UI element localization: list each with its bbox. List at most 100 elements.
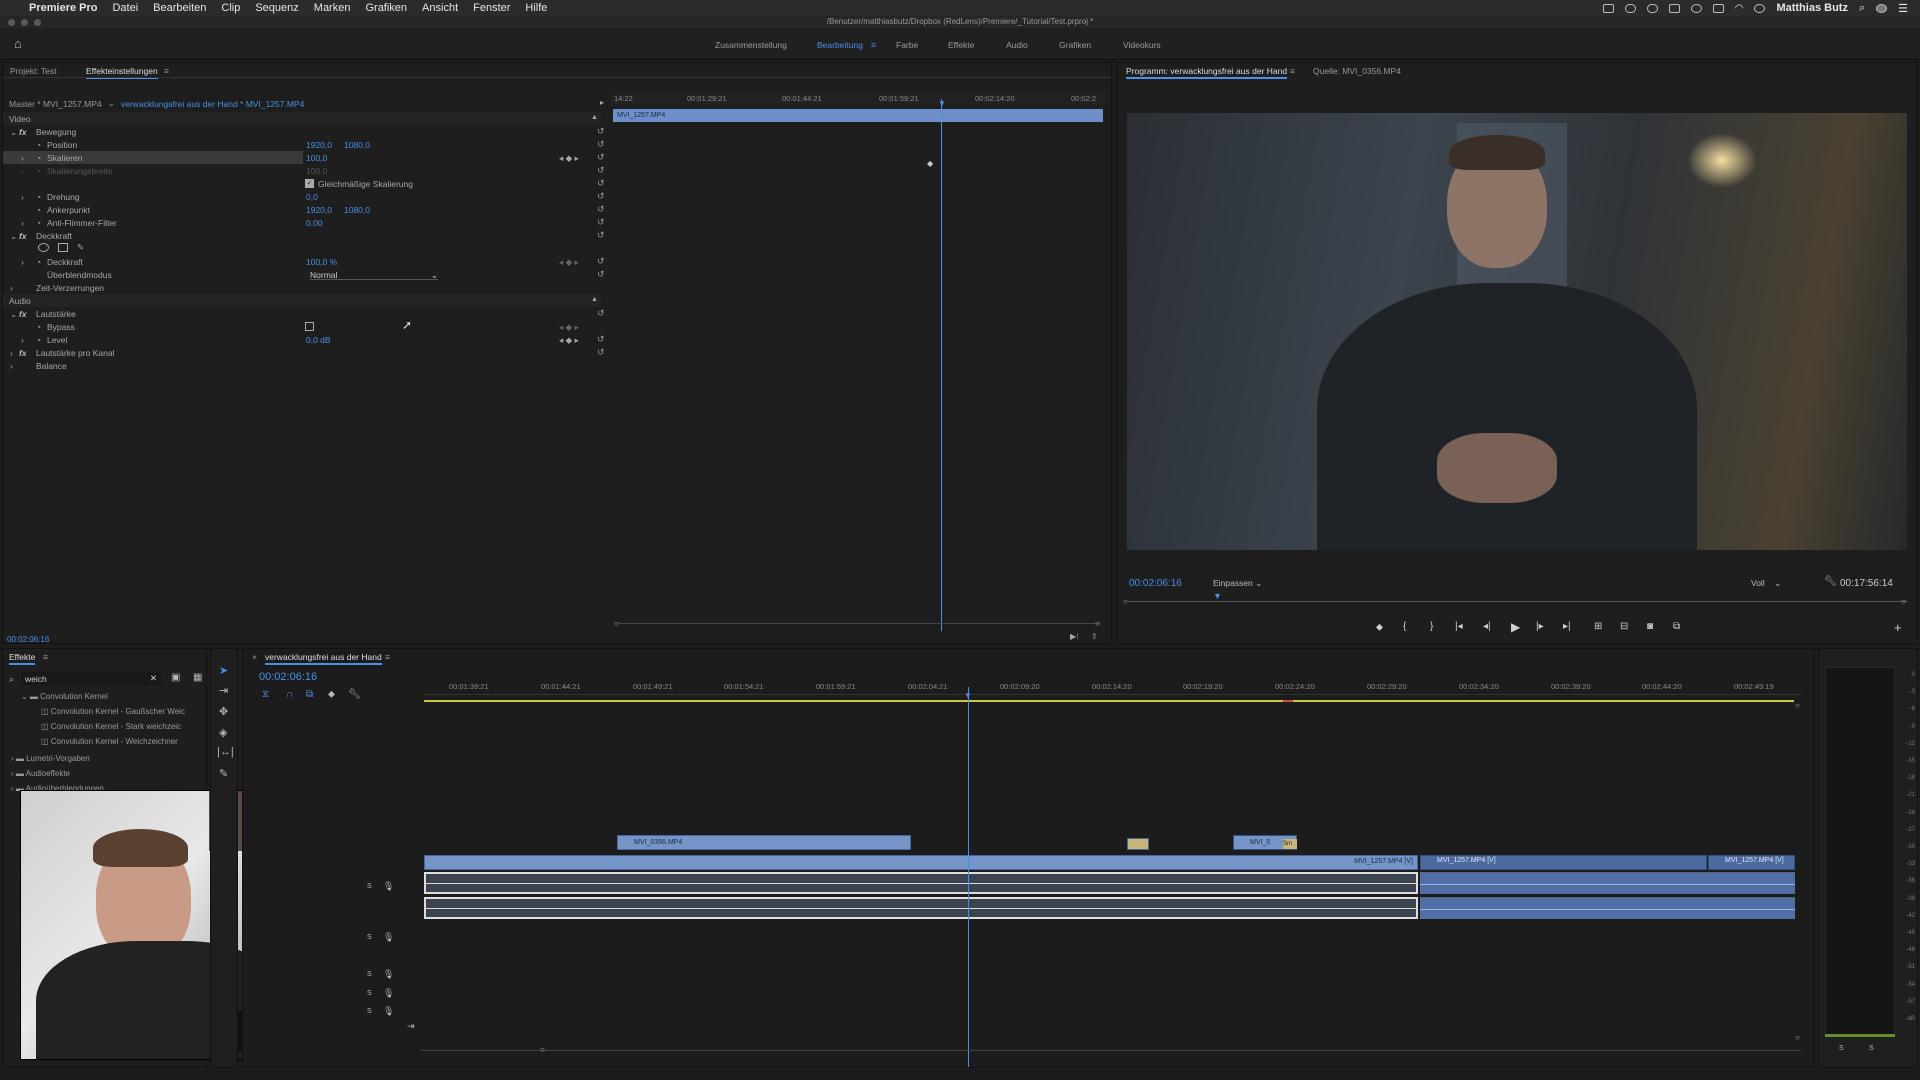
workspace-menu-icon[interactable]: ≡ <box>871 40 876 50</box>
tab-programm[interactable]: Programm: verwacklungsfrei aus der Hand <box>1126 66 1288 79</box>
creative-cloud-icon[interactable] <box>1646 3 1658 13</box>
tree-audioeffekte[interactable]: › ▬ Audioeffekte <box>11 769 70 778</box>
effect-scrollbar[interactable] <box>618 623 1100 624</box>
scroll-handle-left[interactable]: ○ <box>614 619 619 628</box>
effect-zeitverzerrung[interactable]: › Zeit-Verzerrungen <box>3 281 601 294</box>
tree-item-stark[interactable]: ◫ Convolution Kernel - Stark weichzeic <box>41 722 181 731</box>
clip-a2-main[interactable] <box>424 897 1418 919</box>
reset-icon[interactable]: ↺ <box>597 230 605 241</box>
menu-fenster[interactable]: Fenster <box>473 2 510 14</box>
go-to-in-button[interactable]: |◂ <box>1455 621 1463 632</box>
reset-icon[interactable]: ↺ <box>597 152 605 163</box>
wifi-icon[interactable]: ◠ <box>1735 3 1744 14</box>
workspace-effekte[interactable]: Effekte <box>948 40 974 50</box>
snap-icon[interactable]: ∩ <box>286 689 293 700</box>
tree-convolution-kernel[interactable]: ⌄ ▬ Convolution Kernel <box>21 692 108 701</box>
meter-solo-right[interactable]: S <box>1869 1045 1874 1052</box>
bypass-checkbox[interactable] <box>305 322 314 331</box>
menu-bearbeiten[interactable]: Bearbeiten <box>153 2 206 14</box>
menu-clip[interactable]: Clip <box>221 2 240 14</box>
track-solo-a4[interactable]: S <box>367 990 372 997</box>
reset-icon[interactable]: ↺ <box>597 165 605 176</box>
add-button[interactable]: + <box>1894 620 1902 635</box>
end-of-sequence-icon[interactable]: ⇥ <box>407 1021 415 1032</box>
level-value[interactable]: 0,0 dB <box>306 335 331 345</box>
panel-menu-icon[interactable]: ≡ <box>1290 66 1295 76</box>
property-antiflimmer[interactable]: › ◔ Anti-Flimmer-Filter 0,00 ↺ <box>3 216 605 229</box>
tree-item-gauss[interactable]: ◫ Convolution Kernel - Gaußscher Weic <box>41 707 185 716</box>
timeline-scrollbar[interactable] <box>421 1050 1801 1051</box>
scrub-start-handle[interactable]: ○ <box>1123 597 1128 606</box>
timeline-settings-icon[interactable]: 🔧︎ <box>348 689 361 700</box>
scrub-end-handle[interactable]: ○ <box>1901 597 1906 606</box>
blend-mode-dropdown[interactable]: Normal ⌄ <box>310 270 438 280</box>
selection-tool-icon[interactable]: ➤ <box>219 664 228 677</box>
track-solo-a3[interactable]: S <box>367 971 372 978</box>
property-ueberblendmodus[interactable]: Überblendmodus Normal ⌄ ↺ <box>3 268 605 281</box>
add-marker-icon[interactable]: ⬥ <box>328 689 335 700</box>
toggle-timeline-icon[interactable]: ▸ <box>600 98 604 107</box>
lift-button[interactable]: ⊞ <box>1594 621 1602 632</box>
property-drehung[interactable]: › ◔ Drehung 0,0 ↺ <box>3 190 605 203</box>
export-icon[interactable]: ⇪ <box>1091 632 1098 641</box>
clock-icon[interactable] <box>1754 3 1766 13</box>
vertical-scroll-handle-bottom[interactable]: ○ <box>1795 1033 1800 1042</box>
keyframe-nav-icon[interactable]: ◂ ◆ ▸ <box>559 153 579 164</box>
anker-y-value[interactable]: 1080,0 <box>344 205 370 215</box>
chevron-down-icon[interactable]: ⌄ <box>108 99 115 108</box>
property-skalieren[interactable]: › ◔ Skalieren <box>3 151 303 164</box>
panel-menu-icon[interactable]: ≡ <box>43 652 48 662</box>
mark-in-button[interactable]: { <box>1403 621 1406 632</box>
go-to-out-button[interactable]: ▸| <box>1563 621 1571 632</box>
bluetooth-icon[interactable] <box>1712 3 1724 13</box>
effects-search-input[interactable]: weich ✕ <box>21 672 161 685</box>
mic-icon[interactable]: 🎙︎ <box>383 881 394 892</box>
cloud-icon[interactable] <box>1624 3 1636 13</box>
stopwatch-icon[interactable]: ◔ <box>36 140 41 150</box>
track-solo-a5[interactable]: S <box>367 1008 372 1015</box>
timeline-playhead[interactable] <box>968 687 969 1067</box>
timeline-timecode[interactable]: 00:02:06:16 <box>259 671 317 683</box>
reset-icon[interactable]: ↺ <box>597 256 605 267</box>
compare-view-button[interactable]: ⧉ <box>1673 621 1680 632</box>
stopwatch-icon[interactable]: ◔ <box>36 322 41 332</box>
clip-v2-mvi0356[interactable]: MVI_0356.MP4 <box>617 835 911 850</box>
clip-v1-third[interactable]: MVI_1257.MP4 [V] <box>1708 855 1795 870</box>
collapse-up-icon[interactable]: ▲ <box>591 296 598 303</box>
clip-a2-second[interactable] <box>1420 897 1795 919</box>
position-x-value[interactable]: 1920,0 <box>306 140 332 150</box>
effect-timeline-ruler[interactable]: 14:22 00:01:29:21 00:01:44:21 00:01:59:2… <box>611 91 1105 105</box>
effect-deckkraft[interactable]: ⌄ fx Deckkraft ↺ <box>3 229 605 242</box>
zoom-handle[interactable]: ○ <box>540 1045 545 1054</box>
close-sequence-icon[interactable]: × <box>252 652 257 662</box>
tab-quelle[interactable]: Quelle: MVI_0356.MP4 <box>1313 66 1401 76</box>
reset-icon[interactable]: ↺ <box>597 178 605 189</box>
time-machine-icon[interactable] <box>1690 3 1702 13</box>
new-custom-bin-icon[interactable]: ▦ <box>193 672 202 683</box>
program-scrubber[interactable] <box>1128 601 1908 602</box>
reset-icon[interactable]: ↺ <box>597 217 605 228</box>
mic-icon[interactable]: 🎙︎ <box>383 988 394 999</box>
anker-x-value[interactable]: 1920,0 <box>306 205 332 215</box>
step-forward-button[interactable]: |▸ <box>1536 621 1544 632</box>
meter-solo-left[interactable]: S <box>1839 1045 1844 1052</box>
reset-icon[interactable]: ↺ <box>597 269 605 280</box>
fit-dropdown[interactable]: Einpassen ⌄ <box>1213 578 1262 589</box>
workspace-farbe[interactable]: Farbe <box>896 40 918 50</box>
panel-menu-icon[interactable]: ≡ <box>164 66 169 76</box>
track-solo-a1[interactable]: S <box>367 883 372 890</box>
tab-sequence[interactable]: verwacklungsfrei aus der Hand <box>265 652 382 665</box>
effect-timecode[interactable]: 00:02:06:16 <box>7 635 49 644</box>
step-back-button[interactable]: ◂| <box>1483 621 1491 632</box>
reset-icon[interactable]: ↺ <box>597 126 605 137</box>
skalieren-value[interactable]: 100,0 <box>306 153 327 163</box>
effect-bewegung[interactable]: ⌄ fx Bewegung ↺ <box>3 125 605 138</box>
property-level[interactable]: › ◔ Level 0,0 dB ◂ ◆ ▸ ↺ <box>3 333 605 346</box>
property-position[interactable]: ◔ Position 1920,0 1080,0 ↺ <box>3 138 605 151</box>
tree-lumetri[interactable]: › ▬ Lumetri-Vorgaben <box>11 754 90 763</box>
rectangle-mask-icon[interactable] <box>58 243 68 252</box>
keyframe-icon[interactable]: ◆ <box>927 159 933 168</box>
clip-v1-main[interactable]: MVI_1257.MP4 [V] <box>424 855 1418 870</box>
property-deckkraft[interactable]: › ◔ Deckkraft 100,0 % ◂ ◆ ▸ ↺ <box>3 255 605 268</box>
clip-v1-second[interactable]: MVI_1257.MP4 [V] <box>1420 855 1707 870</box>
